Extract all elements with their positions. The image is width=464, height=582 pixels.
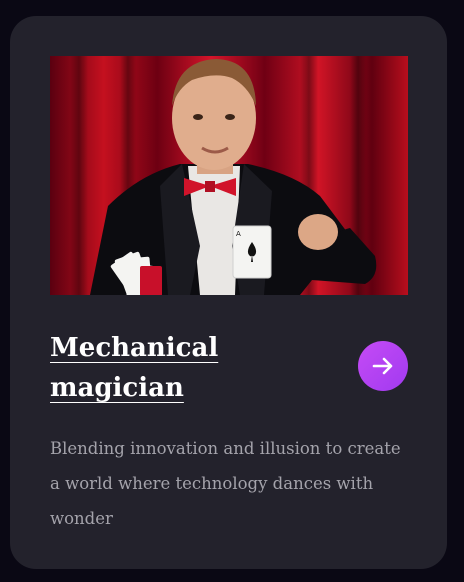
service-card: A Mechanical magician Blending innovatio…	[10, 16, 447, 569]
arrow-button[interactable]	[358, 341, 408, 391]
card-description: Blending innovation and illusion to crea…	[50, 439, 401, 528]
svg-text:A: A	[236, 230, 241, 238]
magician-photo: A	[50, 56, 408, 295]
card-title[interactable]: Mechanical magician	[50, 328, 340, 408]
arrow-right-icon	[372, 357, 393, 375]
